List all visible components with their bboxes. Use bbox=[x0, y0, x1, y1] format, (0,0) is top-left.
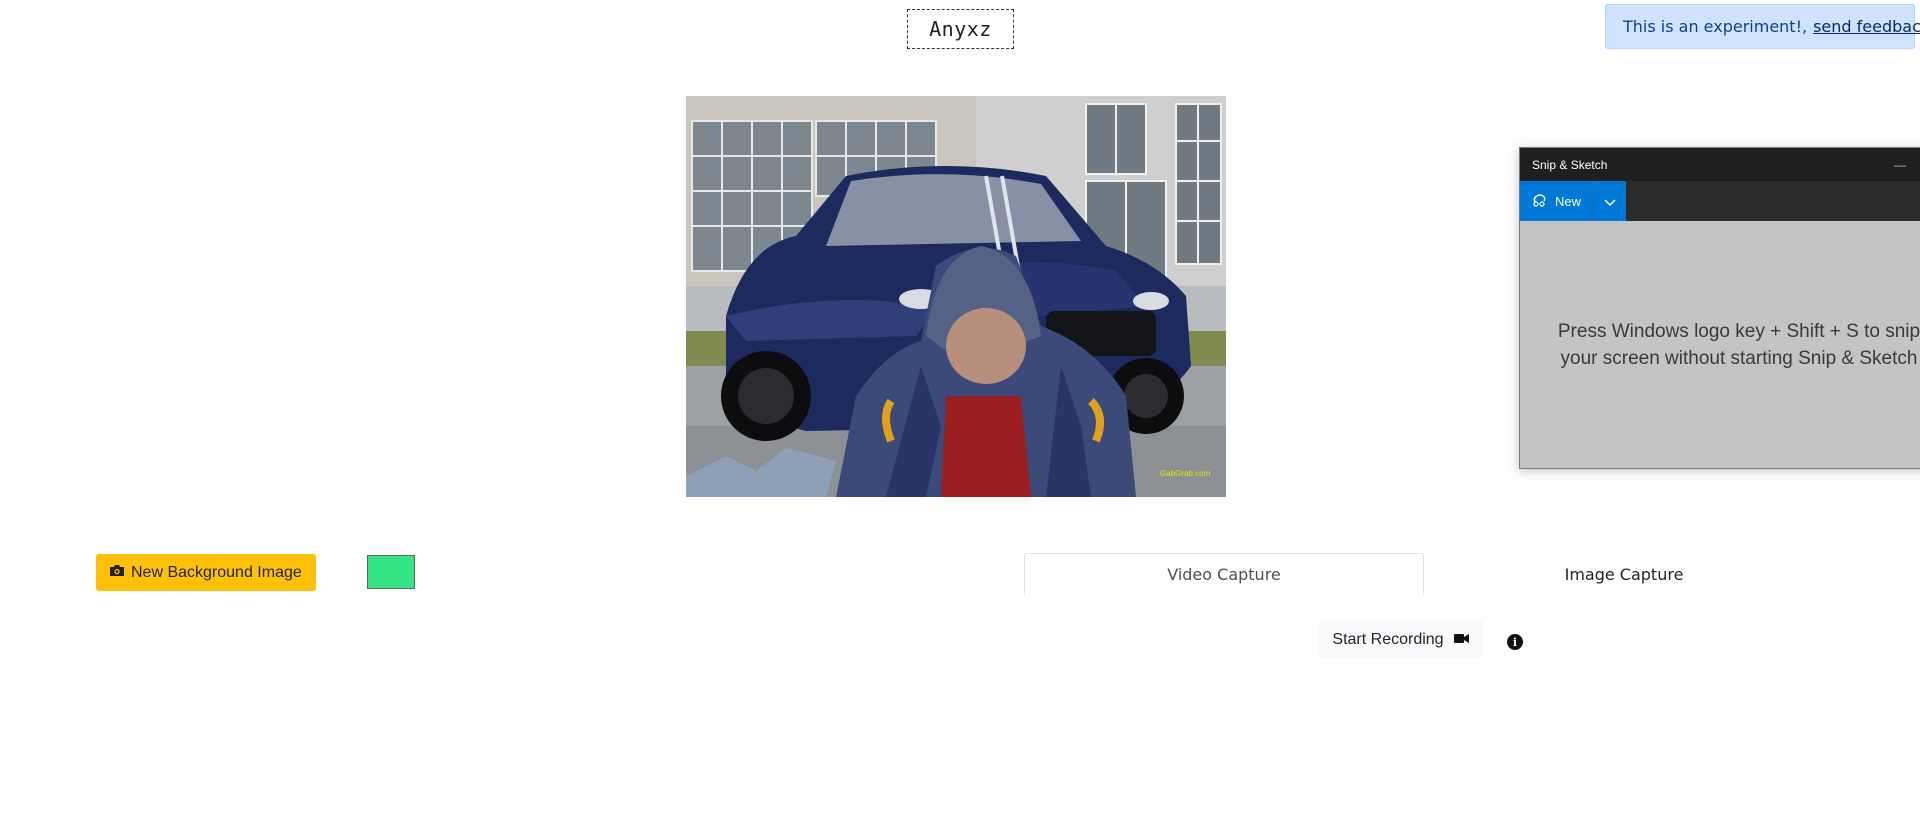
camera-icon bbox=[109, 563, 125, 582]
snip-dropdown-button[interactable] bbox=[1593, 181, 1626, 221]
snip-window-title: Snip & Sketch bbox=[1532, 157, 1608, 172]
new-background-image-button[interactable]: New Background Image bbox=[96, 554, 316, 591]
tab-video-capture[interactable]: Video Capture bbox=[1024, 553, 1424, 595]
feedback-banner: This is an experiment!, send feedback bbox=[1605, 4, 1920, 49]
tab-image-capture[interactable]: Image Capture bbox=[1424, 553, 1824, 595]
feedback-text: This is an experiment!, bbox=[1623, 17, 1808, 36]
snip-new-button[interactable]: New bbox=[1520, 181, 1593, 221]
snip-body: Press Windows logo key + Shift + S to sn… bbox=[1520, 221, 1920, 468]
app-title: Anyxz bbox=[907, 9, 1014, 49]
snip-new-label: New bbox=[1554, 193, 1581, 209]
video-preview: GabGrab.com bbox=[686, 96, 1226, 497]
snip-hint: Press Windows logo key + Shift + S to sn… bbox=[1558, 318, 1920, 372]
send-feedback-link[interactable]: send feedback bbox=[1813, 17, 1920, 36]
preview-watermark: GabGrab.com bbox=[1160, 469, 1211, 478]
video-camera-icon bbox=[1453, 631, 1469, 649]
background-color-swatch[interactable] bbox=[367, 555, 415, 589]
preview-image: GabGrab.com bbox=[686, 96, 1226, 497]
snip-hint-line1: Press Windows logo key + Shift + S to sn… bbox=[1557, 320, 1920, 342]
snip-titlebar: Snip & Sketch — bbox=[1520, 148, 1920, 181]
new-background-image-label: New Background Image bbox=[131, 563, 302, 581]
start-recording-button[interactable]: Start Recording bbox=[1318, 621, 1483, 658]
chevron-down-icon bbox=[1604, 192, 1616, 211]
start-recording-label: Start Recording bbox=[1332, 630, 1444, 648]
snip-hint-line2: your screen without starting Snip & Sket… bbox=[1560, 347, 1918, 369]
snip-icon bbox=[1532, 192, 1548, 211]
minimize-icon[interactable]: — bbox=[1894, 158, 1906, 172]
info-icon[interactable]: i bbox=[1507, 634, 1523, 650]
snip-sketch-window: Snip & Sketch — New Press Windows logo k… bbox=[1519, 147, 1920, 469]
snip-toolbar: New bbox=[1520, 181, 1920, 221]
